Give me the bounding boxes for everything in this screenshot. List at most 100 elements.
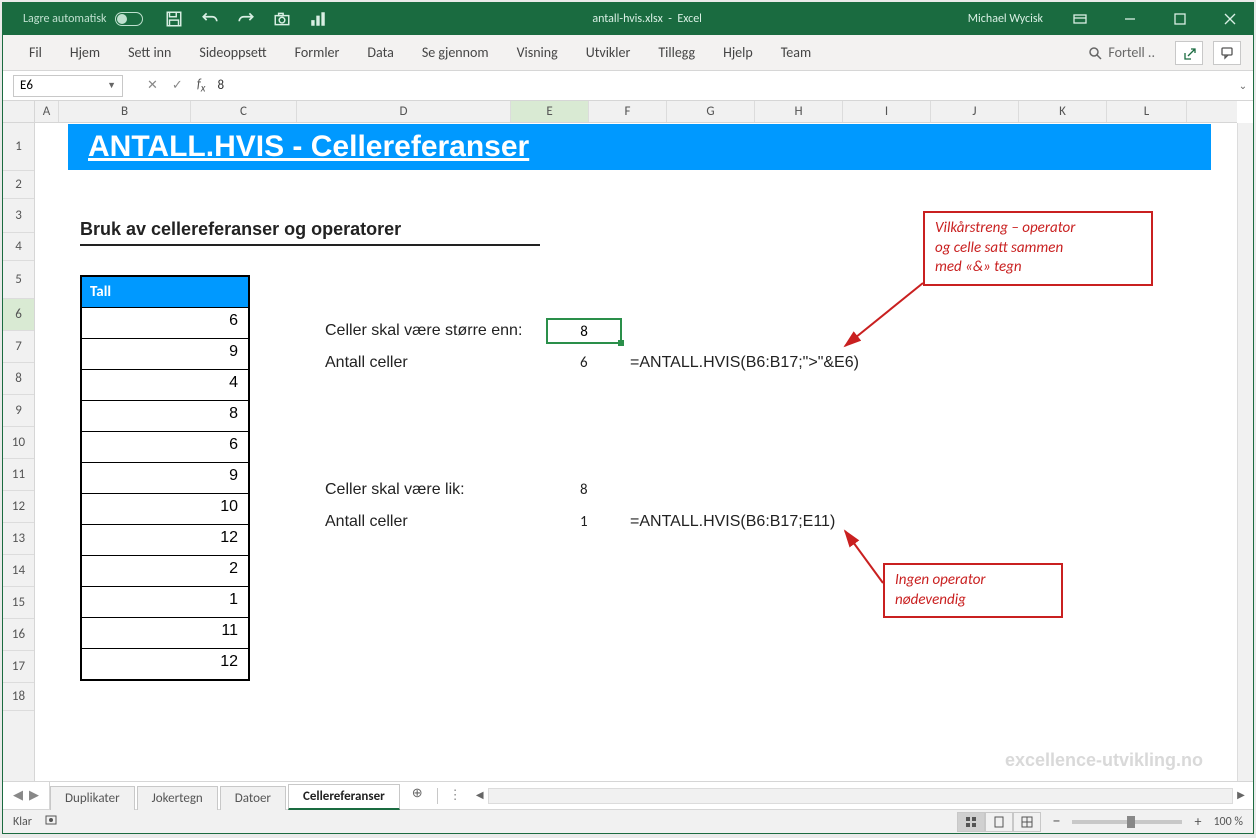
zoom-level[interactable]: 100 % — [1213, 815, 1243, 829]
comments-button[interactable] — [1213, 41, 1241, 65]
add-sheet-button[interactable]: ⊕ — [402, 782, 433, 809]
selected-cell-e6[interactable]: 8 — [546, 318, 622, 344]
tab-hjem[interactable]: Hjem — [56, 35, 114, 70]
minimize-button[interactable] — [1107, 3, 1153, 35]
fx-icon[interactable]: fx — [197, 77, 206, 95]
tall-table-cell[interactable]: 10 — [82, 493, 248, 524]
sheet-tab-duplikater[interactable]: Duplikater — [50, 786, 135, 810]
cancel-formula-icon[interactable]: ✕ — [147, 78, 158, 93]
username[interactable]: Michael Wycisk — [968, 12, 1043, 26]
tab-visning[interactable]: Visning — [503, 35, 572, 70]
tall-table-cell[interactable]: 6 — [82, 307, 248, 338]
camera-icon[interactable] — [273, 10, 291, 28]
maximize-button[interactable] — [1157, 3, 1203, 35]
row-header-18[interactable]: 18 — [3, 683, 34, 711]
row-header-1[interactable]: 1 — [3, 123, 34, 171]
sheet-nav-buttons[interactable]: ◀ ▶ — [3, 782, 50, 809]
tab-data[interactable]: Data — [353, 35, 407, 70]
name-box[interactable]: E6 ▼ — [13, 75, 123, 97]
col-header-E[interactable]: E — [511, 101, 589, 122]
tall-table-cell[interactable]: 4 — [82, 369, 248, 400]
expand-formula-bar-icon[interactable]: ⌄ — [1233, 79, 1253, 92]
tab-sideoppsett[interactable]: Sideoppsett — [185, 35, 280, 70]
tall-table-cell[interactable]: 9 — [82, 462, 248, 493]
select-all-corner[interactable] — [3, 101, 35, 122]
sheet-tab-cellereferanser[interactable]: Cellereferanser — [288, 784, 400, 810]
cells-area[interactable]: ANTALL.HVIS - Cellereferanser Bruk av ce… — [35, 123, 1237, 781]
page-layout-view-button[interactable] — [985, 812, 1013, 832]
row-header-4[interactable]: 4 — [3, 233, 34, 261]
col-header-L[interactable]: L — [1107, 101, 1187, 122]
row-header-9[interactable]: 9 — [3, 395, 34, 427]
undo-icon[interactable] — [201, 10, 219, 28]
sheet-next-icon[interactable]: ▶ — [29, 788, 39, 803]
row-header-12[interactable]: 12 — [3, 491, 34, 523]
redo-icon[interactable] — [237, 10, 255, 28]
sheet-tab-datoer[interactable]: Datoer — [220, 786, 286, 810]
zoom-in-button[interactable]: + — [1194, 813, 1201, 830]
zoom-slider[interactable] — [1072, 820, 1182, 824]
row-header-11[interactable]: 11 — [3, 459, 34, 491]
tall-table-cell[interactable]: 9 — [82, 338, 248, 369]
vertical-scrollbar[interactable] — [1237, 123, 1253, 781]
horizontal-scrollbar[interactable]: ◀ ▶ — [468, 782, 1253, 809]
formula-input[interactable]: 8 — [205, 78, 1233, 93]
tall-table-cell[interactable]: 2 — [82, 555, 248, 586]
row-header-13[interactable]: 13 — [3, 523, 34, 555]
row-header-3[interactable]: 3 — [3, 199, 34, 233]
chart-icon[interactable] — [309, 10, 327, 28]
ribbon-display-icon[interactable] — [1057, 3, 1103, 35]
tab-segjennom[interactable]: Se gjennom — [408, 35, 503, 70]
macro-record-icon[interactable] — [44, 813, 58, 831]
autosave-toggle[interactable] — [115, 12, 143, 26]
tall-table-cell[interactable]: 8 — [82, 400, 248, 431]
row-header-14[interactable]: 14 — [3, 555, 34, 587]
col-header-H[interactable]: H — [755, 101, 843, 122]
row-header-16[interactable]: 16 — [3, 619, 34, 651]
scroll-right-icon[interactable]: ▶ — [1233, 788, 1249, 804]
close-button[interactable] — [1207, 3, 1253, 35]
row-header-15[interactable]: 15 — [3, 587, 34, 619]
tall-table-cell[interactable]: 6 — [82, 431, 248, 462]
row-header-5[interactable]: 5 — [3, 261, 34, 299]
col-header-J[interactable]: J — [931, 101, 1019, 122]
row-header-8[interactable]: 8 — [3, 363, 34, 395]
col-header-I[interactable]: I — [843, 101, 931, 122]
confirm-formula-icon[interactable]: ✓ — [172, 78, 183, 93]
save-icon[interactable] — [165, 10, 183, 28]
tall-table-cell[interactable]: 12 — [82, 524, 248, 555]
row-header-7[interactable]: 7 — [3, 331, 34, 363]
tab-hjelp[interactable]: Hjelp — [709, 35, 767, 70]
col-header-G[interactable]: G — [667, 101, 755, 122]
col-header-A[interactable]: A — [35, 101, 59, 122]
sheet-prev-icon[interactable]: ◀ — [13, 788, 23, 803]
col-header-D[interactable]: D — [297, 101, 511, 122]
row-header-10[interactable]: 10 — [3, 427, 34, 459]
row-header-17[interactable]: 17 — [3, 651, 34, 683]
zoom-out-button[interactable]: − — [1053, 812, 1061, 831]
tab-utvikler[interactable]: Utvikler — [572, 35, 645, 70]
tall-table-cell[interactable]: 12 — [82, 648, 248, 679]
chevron-down-icon[interactable]: ▼ — [107, 80, 116, 91]
col-header-C[interactable]: C — [191, 101, 297, 122]
tall-table-cell[interactable]: 1 — [82, 586, 248, 617]
scroll-left-icon[interactable]: ◀ — [472, 788, 488, 804]
row-headers: 123456789101112131415161718 — [3, 123, 35, 781]
col-header-B[interactable]: B — [59, 101, 191, 122]
tall-table-cell[interactable]: 11 — [82, 617, 248, 648]
tab-team[interactable]: Team — [767, 35, 825, 70]
sheet-tab-jokertegn[interactable]: Jokertegn — [137, 786, 218, 810]
tell-me-search[interactable]: Fortell .. — [1088, 44, 1155, 61]
page-break-view-button[interactable] — [1013, 812, 1041, 832]
normal-view-button[interactable] — [957, 812, 985, 832]
share-button[interactable] — [1175, 41, 1203, 65]
col-header-K[interactable]: K — [1019, 101, 1107, 122]
tab-fil[interactable]: Fil — [15, 35, 56, 70]
tab-formler[interactable]: Formler — [281, 35, 354, 70]
sheet-split-handle[interactable]: ⋮ — [449, 788, 462, 803]
tab-settinn[interactable]: Sett inn — [114, 35, 185, 70]
row-header-6[interactable]: 6 — [3, 299, 34, 331]
tab-tillegg[interactable]: Tillegg — [644, 35, 709, 70]
col-header-F[interactable]: F — [589, 101, 667, 122]
row-header-2[interactable]: 2 — [3, 171, 34, 199]
